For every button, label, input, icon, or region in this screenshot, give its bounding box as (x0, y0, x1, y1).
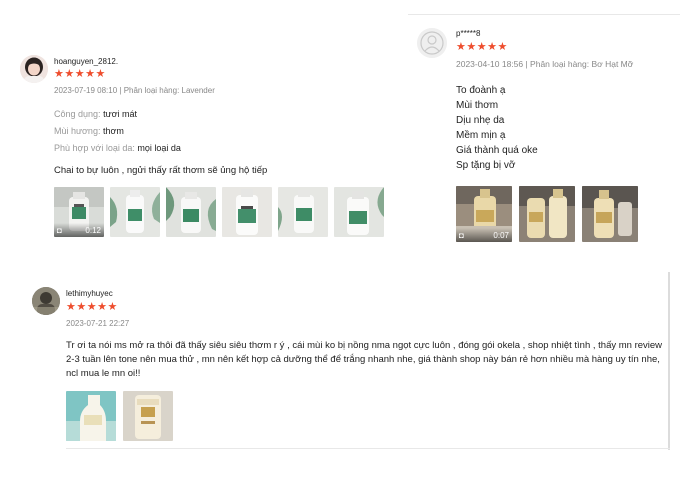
review-video-thumbnail[interactable]: ◘ 0:07 (456, 186, 512, 242)
username[interactable]: lethimyhuyec (66, 289, 113, 298)
star-rating: ★★★★★ (66, 301, 118, 313)
review-line: Mùi thơm (456, 100, 499, 111)
review-photo-thumbnail[interactable] (123, 391, 173, 441)
video-camera-icon: ◘ (57, 226, 62, 235)
review-photo-thumbnail[interactable] (278, 187, 328, 237)
star-rating: ★★★★★ (456, 41, 508, 53)
review-photo-thumbnail[interactable] (110, 187, 160, 237)
review-line: Dịu nhẹ da (456, 115, 505, 126)
video-duration: 0:07 (493, 231, 509, 240)
review-photo-thumbnail[interactable] (519, 186, 575, 242)
review-meta: 2023-07-21 22:27 (66, 319, 130, 328)
review-photo-thumbnail[interactable] (166, 187, 216, 237)
video-camera-icon: ◘ (459, 231, 464, 240)
attribute-scent: Mùi hương: thơm (54, 126, 124, 136)
review-line: Giá thành quá oke (456, 145, 538, 156)
username[interactable]: p*****8 (456, 29, 480, 38)
review-line: Sp tặng bị vỡ (456, 160, 516, 171)
review-comment: Chai to bự luôn , ngửi thấy rất thơm sẽ … (54, 165, 268, 176)
divider-bottom (66, 448, 670, 449)
video-duration: 0:12 (85, 226, 101, 235)
review-meta: 2023-04-10 18:56 | Phân loại hàng: Bơ Hạ… (456, 59, 634, 69)
avatar[interactable] (32, 287, 60, 315)
attribute-skin-type: Phù hợp với loại da: mọi loại da (54, 143, 181, 153)
review-photo-thumbnail[interactable] (66, 391, 116, 441)
attribute-label: Mùi hương: (54, 126, 101, 136)
attribute-label: Công dụng: (54, 109, 101, 119)
attribute-value: thơm (102, 126, 124, 136)
attribute-label: Phù hợp với loại da: (54, 143, 135, 153)
review-line: To đoành ạ (456, 85, 506, 96)
review-photo-thumbnail[interactable] (222, 187, 272, 237)
attribute-value: tươi mát (103, 109, 137, 119)
review-photo-thumbnail[interactable] (334, 187, 384, 237)
divider-vertical-right (668, 272, 670, 450)
attribute-value: mọi loại da (137, 143, 181, 153)
review-video-thumbnail[interactable]: ◘ 0:12 (54, 187, 104, 237)
review-comment: Tr ơi ta nói ms mở ra thôi đã thấy siêu … (66, 340, 663, 379)
video-badge: ◘ 0:12 (54, 223, 104, 237)
username[interactable]: hoanguyen_2812. (54, 57, 118, 66)
review-meta: 2023-07-19 08:10 | Phân loại hàng: Laven… (54, 86, 215, 95)
attribute-usage: Công dụng: tươi mát (54, 109, 137, 119)
video-badge: ◘ 0:07 (456, 228, 512, 242)
avatar[interactable] (20, 55, 48, 83)
review-photo-thumbnail[interactable] (582, 186, 638, 242)
star-rating: ★★★★★ (54, 68, 106, 80)
divider-top-right (408, 14, 680, 15)
avatar[interactable] (417, 28, 447, 58)
review-line: Mềm mịn ạ (456, 130, 506, 141)
